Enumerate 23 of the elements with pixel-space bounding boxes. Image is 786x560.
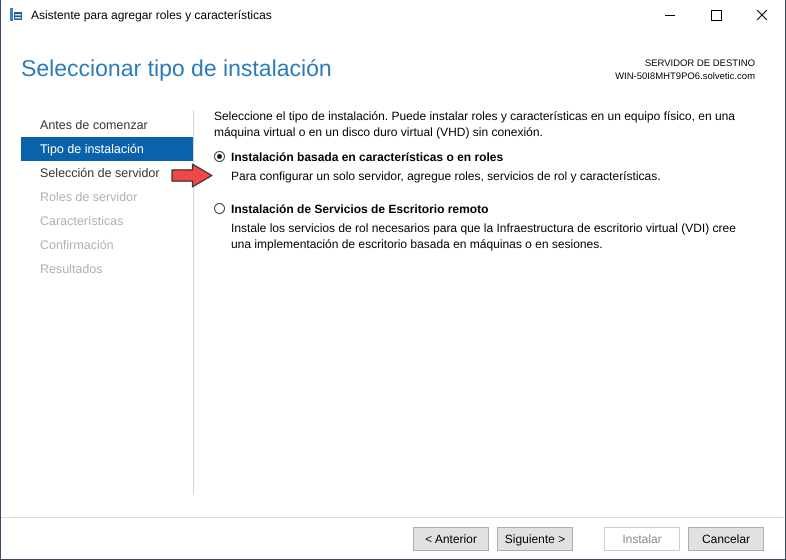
server-name: WIN-50I8MHT9PO6.solvetic.com	[615, 70, 755, 83]
cancel-button[interactable]: Cancelar	[688, 526, 764, 550]
option-description: Para configurar un solo servidor, agregue roles, servicios de rol y características.	[231, 168, 661, 184]
step-item[interactable]: Selección de servidor	[21, 161, 162, 185]
step-item: Características	[39, 213, 124, 230]
radio-button[interactable]	[214, 203, 225, 214]
step-item: Confirmación	[39, 237, 115, 254]
page-title: Seleccionar tipo de instalación	[21, 55, 332, 83]
step-item: Resultados	[39, 261, 104, 278]
step-item[interactable]: Antes de comenzar	[21, 113, 150, 137]
option-description: Instale los servicios de rol necesarios para que la Infraestructura de escritorio virtual (VDI) cree una implementación de escritorio basada en máquinas o en sesiones.	[231, 220, 737, 252]
step-item: Roles de servidor	[39, 189, 138, 206]
option-label[interactable]: Instalación basada en características o en roles	[231, 149, 661, 165]
window-title: Asistente para agregar roles y características	[31, 8, 273, 22]
instructions-text: Seleccione el tipo de instalación. Puede instalar roles y características en un equipo físico, en una máquina virtual o en un disco duro virtual (VHD) sin conexión.	[214, 108, 736, 140]
arrow-icon	[171, 163, 213, 188]
next-button[interactable]: Siguiente >	[497, 526, 573, 550]
option-label[interactable]: Instalación de Servicios de Escritorio remoto	[231, 201, 755, 217]
step-item[interactable]: Tipo de instalación	[21, 137, 193, 161]
app-icon	[9, 8, 23, 22]
radio-button[interactable]	[214, 151, 225, 162]
server-label: SERVIDOR DE DESTINO	[644, 57, 755, 70]
back-button[interactable]: < Anterior	[413, 526, 489, 550]
